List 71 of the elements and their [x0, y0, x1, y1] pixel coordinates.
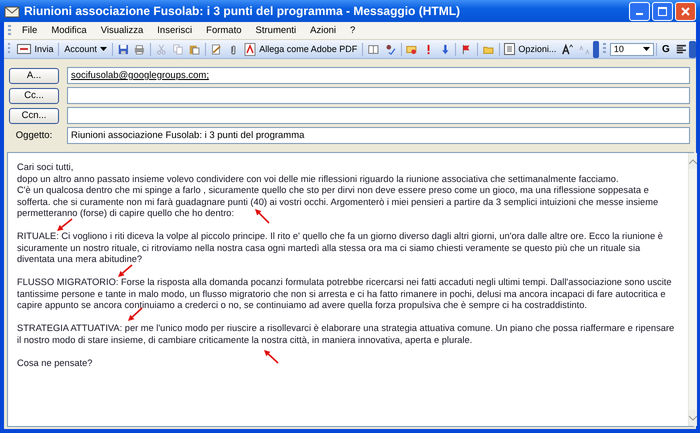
font-size-dropdown[interactable]: 10 [610, 42, 654, 56]
maximize-icon [658, 6, 667, 16]
flag-icon[interactable] [461, 42, 472, 56]
scrollbar[interactable] [688, 153, 698, 426]
annotation-arrow [115, 262, 135, 280]
save-icon[interactable] [118, 42, 128, 56]
scroll-down-icon[interactable] [689, 416, 698, 420]
close-icon [681, 6, 690, 16]
options-button[interactable]: Opzioni... [501, 43, 560, 55]
menu-item[interactable]: File [15, 25, 44, 36]
recipient-button[interactable]: Ccn... [9, 108, 59, 124]
recipient-field[interactable]: socifusolab@googlegroups.com; [67, 67, 690, 84]
body-text-line: tantissime persone e tante in malo modo, un flusso migratorio che non si arresta e ci ha fatto rimanere in pochi, delusi ma ancora incapaci di fare autocritica e [17, 288, 666, 300]
toolbar-overflow-icon[interactable] [689, 40, 696, 58]
caret-icon [100, 47, 107, 51]
annotation-arrow [252, 206, 272, 226]
body-text-line: Cosa ne pensate? [17, 358, 92, 369]
menu-item[interactable]: Modifica [44, 25, 94, 36]
close-button[interactable] [675, 2, 696, 20]
caret-icon [643, 47, 650, 51]
menu-item[interactable]: Visualizza [94, 25, 150, 36]
message-body[interactable] [7, 152, 694, 427]
body-text-line: il nostro modo di stare insieme, di cambiare criticamente la nostra città, in maniera innovativa, aperta e plurale. [17, 334, 472, 346]
body-text-line: capire appunto se ancora continuiamo a crederci o no, se continuiamo ad avere quella forza propulsiva che è sempre ci ha costraddistinto. [17, 300, 588, 312]
toolbar-grip[interactable] [8, 24, 11, 36]
body-text-line: FLUSSO MIGRATORIO: Forse la risposta alla domanda pocanzi formulata potrebbe ricercarsi nei fatti accaduti negli ultimi tempi. Dall'associazione sono uscite [17, 277, 672, 288]
toolbar-overflow-icon[interactable] [592, 40, 600, 58]
recipient-field[interactable] [67, 87, 690, 104]
attach-pdf-button[interactable]: Allega come Adobe PDF [241, 42, 360, 56]
menu-item[interactable]: Strumenti [248, 25, 304, 36]
body-text-line: sofferta. che si curamente non mi farà guadagnare punti (40) ai vostri occhi. Argomenterò i miei pensieri a partire da 3 semplici intuizioni che messe insieme [17, 196, 658, 208]
body-text-line: sicuramente un nostro rituale, ci ritroviamo nella nostra casa ogni martedì alla stessa ora ma ci siamo chiesti veramente se questo più che un rituale sia [17, 242, 640, 254]
font-size-icon[interactable] [562, 42, 574, 56]
menu-item[interactable]: ? [343, 25, 362, 36]
toolbar-grip[interactable] [8, 43, 10, 55]
document-icon [504, 43, 516, 55]
menu-item[interactable]: Inserisci [150, 25, 200, 36]
minimize-icon [636, 13, 643, 15]
subject-label: Oggetto: [14, 130, 54, 141]
recipient-button[interactable]: A... [9, 68, 59, 84]
address-book-icon[interactable] [368, 42, 379, 56]
body-text-line: C'è un qualcosa dentro che mi spinge a farlo , sicuramente quello che sto per dirvi non deve essere preso come un gioco, ma una riflessione soppesata e [17, 185, 649, 196]
body-text-line: RITUALE: Ci vogliono i riti diceva la volpe al piccolo principe. Il rito e' quello che fa un giorno diverso dagli altri giorni, un'ora dalle altre ore. Ecco la riunione è [17, 231, 663, 242]
scroll-up-icon[interactable] [689, 158, 698, 164]
recipient-button[interactable]: Cc... [9, 88, 59, 104]
body-text-line: dopo un altro anno passato insieme volevo condividere con voi delle mie riflessioni riguardo la riunione associativa che settimanalmente facciamo. [17, 174, 619, 185]
menu-item[interactable]: Azioni [303, 25, 344, 36]
window-title: Riunioni associazione Fusolab: i 3 punti del programma - Messaggio (HTML) [24, 4, 462, 18]
subject-field[interactable]: Riunioni associazione Fusolab: i 3 punti del programma [67, 127, 690, 144]
body-text-line: STRATEGIA ATTUATIVA: per me l'unico modo per riuscire a risollevarci è elaborare una strategia attuativa comune. Un piano che possa riaffermare e ripensare [17, 323, 674, 334]
spell-check-icon[interactable] [384, 42, 396, 56]
minimize-button[interactable] [629, 2, 650, 20]
body-text-line: Cari soci tutti, [17, 162, 74, 174]
menu-item[interactable]: Formato [199, 25, 249, 36]
maximize-button[interactable] [652, 2, 673, 20]
pdf-icon [244, 42, 256, 56]
print-icon[interactable] [134, 42, 146, 56]
annotation-arrow [54, 216, 75, 234]
recipient-field[interactable] [67, 107, 690, 124]
toolbar-grip[interactable] [603, 43, 606, 55]
paste-icon[interactable] [189, 42, 200, 56]
bold-button[interactable]: G [658, 44, 673, 54]
envelope-icon [17, 44, 32, 54]
align-left-icon[interactable] [676, 42, 686, 56]
body-text-line: diventata una mera abitudine? [17, 254, 142, 266]
down-arrow-icon[interactable] [440, 42, 450, 56]
send-button[interactable]: Invia [14, 44, 56, 54]
account-button[interactable]: Account [61, 44, 110, 54]
envelope-icon [4, 4, 20, 18]
annotation-arrow [261, 347, 281, 366]
body-text-line: permetteranno (forse) di capire quello che ho dentro: [17, 208, 234, 220]
